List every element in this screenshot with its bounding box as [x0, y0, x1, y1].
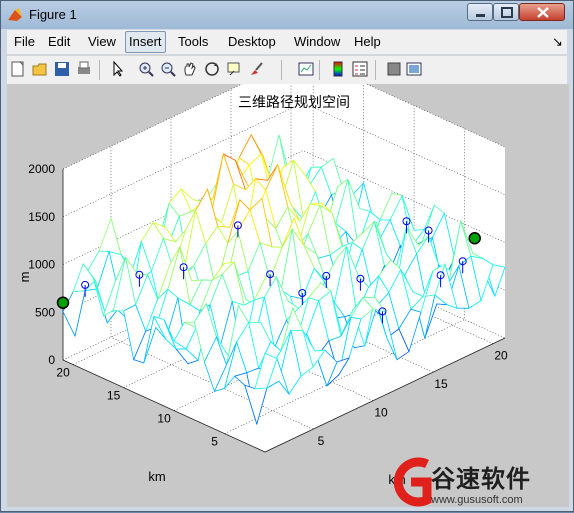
watermark-brand: 谷速软件 [431, 466, 531, 493]
menu-bar: File Edit View Insert Tools Desktop Window Help… [7, 30, 567, 54]
show-plot-tools-icon[interactable] [405, 60, 423, 78]
rotate-icon[interactable] [203, 60, 221, 78]
surface-plot[interactable]: 三维路径规划空间 0 500 1000 1500 2000 m 5 10 15 20 km 5 10 15 2… [7, 54, 569, 507]
zoom-in-icon[interactable] [137, 60, 155, 78]
close-button[interactable] [519, 3, 565, 21]
open-icon[interactable] [31, 60, 49, 78]
gususoft-logo-icon [393, 457, 432, 507]
figure-toolbar [7, 55, 567, 84]
legend-icon[interactable] [351, 60, 369, 78]
watermark: 谷速软件 www.gususoft.com [387, 452, 574, 513]
zoom-out-icon[interactable] [159, 60, 177, 78]
minimize-button[interactable] [467, 3, 493, 21]
colorbar-icon[interactable] [329, 60, 347, 78]
y-tick-label: 5 [211, 435, 218, 449]
pointer-icon[interactable] [109, 60, 127, 78]
z-tick-label: 0 [48, 353, 55, 367]
print-icon[interactable] [75, 60, 93, 78]
y-tick-label: 10 [157, 412, 171, 426]
x-tick-label: 10 [374, 406, 388, 420]
z-tick-label: 1000 [28, 258, 55, 272]
maximize-icon [501, 7, 513, 18]
z-axis-label: m [17, 272, 32, 283]
menu-tools[interactable]: Tools [175, 33, 211, 51]
figure-canvas: 三维路径规划空间 0 500 1000 1500 2000 m 5 10 15 20 km 5 10 15 2… [7, 54, 569, 507]
pan-icon[interactable] [181, 60, 199, 78]
menu-view[interactable]: View [85, 33, 119, 51]
menu-window[interactable]: Window [291, 33, 343, 51]
y-tick-label: 15 [107, 389, 121, 403]
data-cursor-icon[interactable] [225, 60, 243, 78]
title-bar[interactable]: Figure 1 [1, 1, 573, 29]
y-axis-label: km [148, 469, 165, 484]
menu-edit[interactable]: Edit [45, 33, 73, 51]
toolbar-separator [99, 60, 100, 80]
window-title: Figure 1 [29, 7, 77, 22]
hide-plot-tools-icon[interactable] [385, 60, 403, 78]
z-tick-label: 1500 [28, 210, 55, 224]
maximize-button[interactable] [493, 3, 519, 21]
menu-desktop[interactable]: Desktop [225, 33, 279, 51]
matlab-logo-icon [8, 8, 22, 21]
x-tick-label: 15 [434, 377, 448, 391]
close-icon [537, 7, 549, 18]
z-tick-label: 2000 [28, 162, 55, 176]
new-figure-icon[interactable] [9, 60, 27, 78]
toolbar-separator [281, 60, 282, 80]
menu-dock-icon[interactable]: ↘ [549, 33, 566, 51]
menu-help[interactable]: Help [351, 33, 384, 51]
watermark-url: www.gususoft.com [431, 494, 523, 506]
x-tick-label: 20 [494, 349, 508, 363]
z-tick-label: 500 [35, 305, 55, 319]
menu-insert[interactable]: Insert [125, 31, 166, 53]
toolbar-separator [375, 60, 376, 80]
menu-file[interactable]: File [11, 33, 38, 51]
toolbar-separator [319, 60, 320, 80]
link-icon[interactable] [297, 60, 315, 78]
minimize-icon [476, 14, 485, 17]
end-point-marker [468, 232, 481, 245]
brush-icon[interactable] [247, 60, 265, 78]
x-tick-label: 5 [318, 434, 325, 448]
save-icon[interactable] [53, 60, 71, 78]
start-point-marker [56, 296, 70, 309]
y-tick-label: 20 [56, 366, 70, 380]
figure-window: Figure 1 File Edit View Insert Tools Desktop W… [0, 0, 574, 512]
chart-title: 三维路径规划空间 [238, 95, 350, 111]
